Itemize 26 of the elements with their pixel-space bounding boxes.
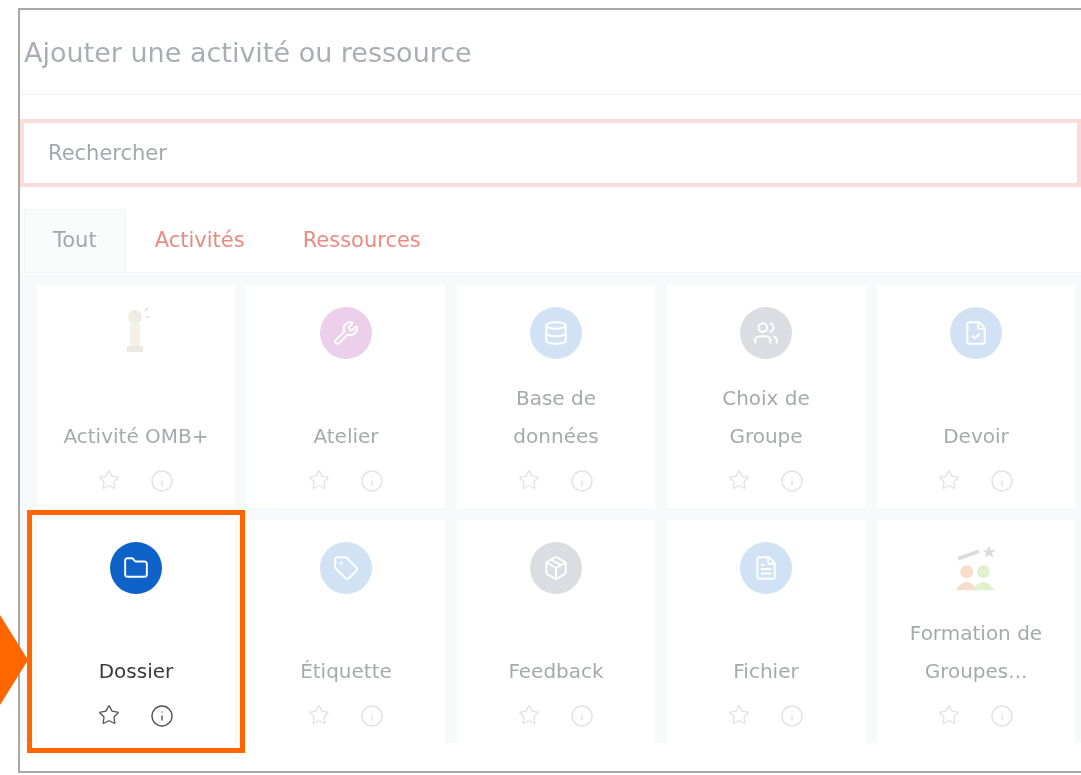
tab[interactable]: Tout (24, 209, 126, 272)
activity-name: Base de données (512, 385, 600, 450)
activity-card[interactable]: Fichier (667, 520, 865, 743)
activity-name: Choix de Groupe (721, 385, 811, 450)
activity-name: Fichier (732, 658, 800, 685)
activity-card[interactable]: Étiquette (247, 520, 445, 743)
activity-name: Étiquette (299, 658, 393, 685)
activity-name: Feedback (507, 658, 605, 685)
activity-card[interactable]: Formation de Groupes... (877, 520, 1075, 743)
activity-card[interactable]: Choix de Groupe (667, 285, 865, 508)
activity-card[interactable]: Activité OMB+ (37, 285, 235, 508)
dialog-title: Ajouter une activité ou ressource (24, 36, 472, 68)
info-icon[interactable] (150, 704, 174, 728)
activity-name: Formation de Groupes... (908, 620, 1044, 685)
activity-name: Dossier (97, 658, 175, 685)
activity-name: Activité OMB+ (62, 423, 210, 450)
tab[interactable]: Ressources (273, 209, 450, 272)
activity-name: Devoir (942, 423, 1010, 450)
activity-name: Atelier (312, 423, 380, 450)
pointer-arrow-icon (0, 615, 28, 705)
activity-card[interactable]: Base de données (457, 285, 655, 508)
activity-card[interactable]: Feedback (457, 520, 655, 743)
activity-card[interactable]: Devoir (877, 285, 1075, 508)
activity-card[interactable]: Atelier (247, 285, 445, 508)
search-field[interactable]: Rechercher (20, 119, 1081, 187)
tab[interactable]: Activités (125, 209, 274, 272)
